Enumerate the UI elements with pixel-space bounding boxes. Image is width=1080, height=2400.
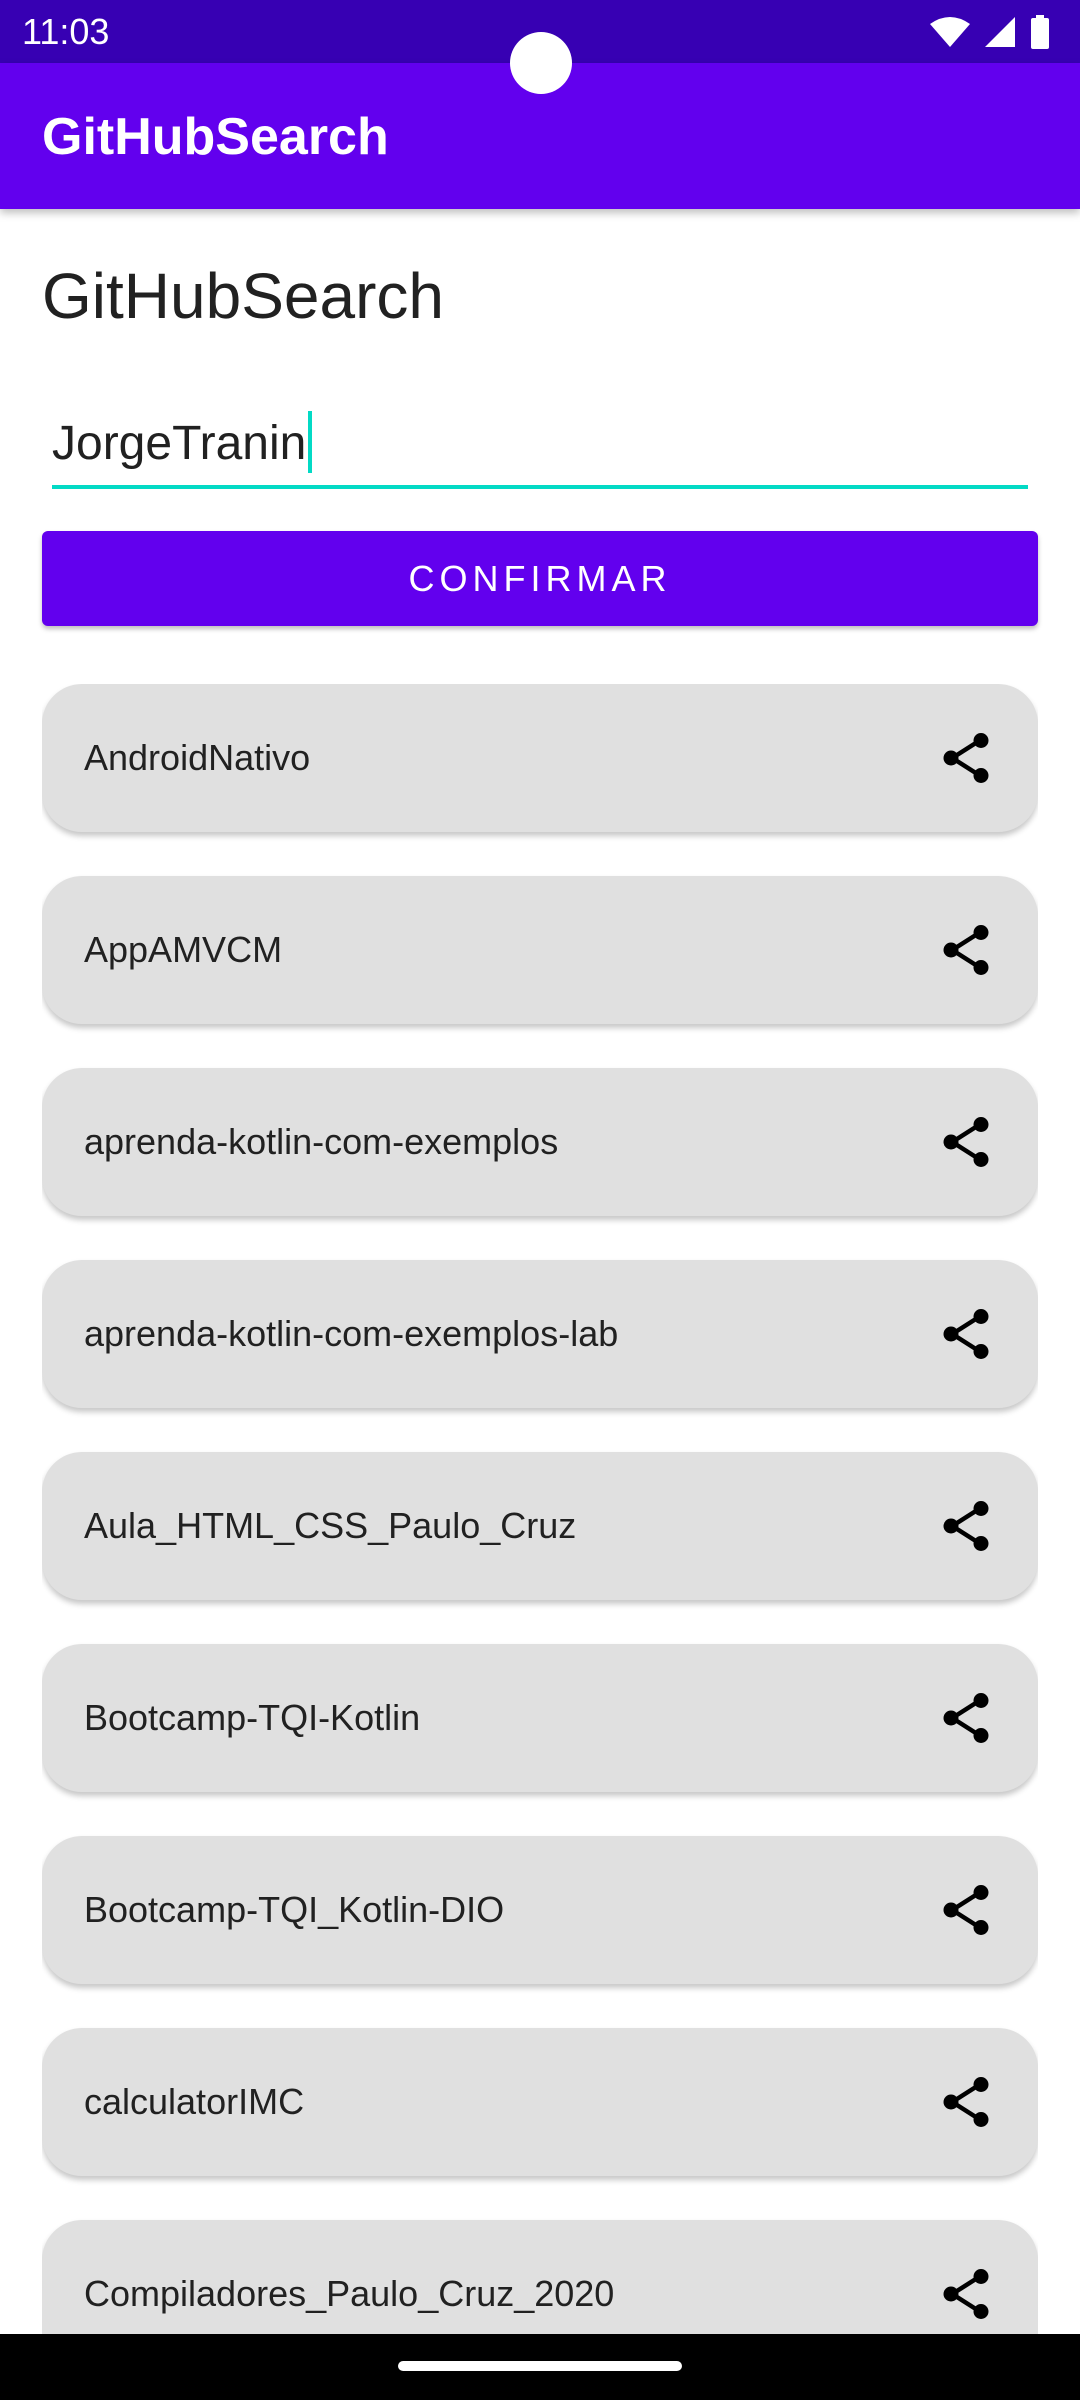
share-icon[interactable] — [936, 2072, 996, 2132]
cellular-signal-icon — [985, 17, 1015, 47]
repository-list[interactable]: AndroidNativo AppAMVCM aprenda-kotlin-com-… — [42, 684, 1038, 2334]
repository-item[interactable]: AndroidNativo — [42, 684, 1038, 832]
repository-item[interactable]: calculatorIMC — [42, 2028, 1038, 2176]
home-handle[interactable] — [398, 2361, 682, 2371]
share-icon[interactable] — [936, 1112, 996, 1172]
share-icon[interactable] — [936, 1304, 996, 1364]
share-icon[interactable] — [936, 2264, 996, 2324]
share-icon[interactable] — [936, 1496, 996, 1556]
repository-item[interactable]: Bootcamp-TQI-Kotlin — [42, 1644, 1038, 1792]
repository-item[interactable]: Aula_HTML_CSS_Paulo_Cruz — [42, 1452, 1038, 1600]
app-bar-title: GitHubSearch — [42, 108, 389, 166]
page-title: GitHubSearch — [42, 260, 444, 332]
share-icon[interactable] — [936, 920, 996, 980]
search-input[interactable] — [52, 405, 1028, 481]
wifi-icon — [930, 17, 970, 47]
share-icon[interactable] — [936, 1880, 996, 1940]
repository-name: AndroidNativo — [84, 737, 311, 778]
battery-icon — [1031, 15, 1049, 49]
repository-item[interactable]: Compiladores_Paulo_Cruz_2020 — [42, 2220, 1038, 2334]
repository-item[interactable]: aprenda-kotlin-com-exemplos-lab — [42, 1260, 1038, 1408]
repository-name: aprenda-kotlin-com-exemplos-lab — [84, 1313, 619, 1354]
repository-item[interactable]: Bootcamp-TQI_Kotlin-DIO — [42, 1836, 1038, 1984]
confirm-button[interactable]: CONFIRMAR — [42, 531, 1038, 626]
status-icons — [930, 14, 1050, 50]
repository-item[interactable]: aprenda-kotlin-com-exemplos — [42, 1068, 1038, 1216]
search-field[interactable] — [52, 405, 1028, 489]
status-time: 11:03 — [22, 11, 110, 52]
repository-item[interactable]: AppAMVCM — [42, 876, 1038, 1024]
repository-name: Compiladores_Paulo_Cruz_2020 — [84, 2273, 615, 2314]
navigation-bar — [0, 2334, 1080, 2400]
share-icon[interactable] — [936, 1688, 996, 1748]
text-caret — [308, 411, 312, 473]
repository-name: aprenda-kotlin-com-exemplos — [84, 1121, 559, 1162]
camera-cutout — [510, 32, 572, 94]
repository-name: AppAMVCM — [84, 929, 283, 970]
share-icon[interactable] — [936, 728, 996, 788]
repository-name: Bootcamp-TQI-Kotlin — [84, 1697, 421, 1738]
repository-name: calculatorIMC — [84, 2081, 305, 2122]
repository-name: Aula_HTML_CSS_Paulo_Cruz — [84, 1505, 577, 1546]
repository-name: Bootcamp-TQI_Kotlin-DIO — [84, 1889, 505, 1930]
